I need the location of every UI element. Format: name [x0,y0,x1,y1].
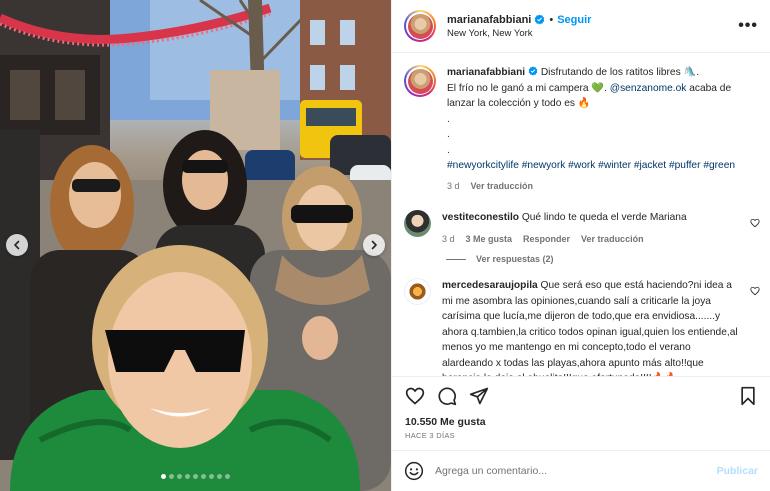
likes-count[interactable]: 10.550 Me gusta [405,416,486,428]
comment-time[interactable]: 3 d [442,232,455,248]
heart-icon [405,387,425,405]
add-comment-bar: Publicar [392,450,770,491]
comment-icon [438,386,457,405]
avatar-image [407,13,433,39]
post-sidebar: marianafabbiani • Seguir New York, New Y… [391,0,770,491]
carousel-dot [201,474,206,479]
reply-button[interactable]: Responder [523,232,570,248]
photo-illustration [0,0,391,491]
comment-username[interactable]: vestiteconestilo [442,212,519,223]
commenter-avatar[interactable] [404,278,431,305]
caption-mention[interactable]: @senzanome.ok [610,83,687,94]
carousel-prev-button[interactable] [6,234,28,256]
post-actions-bar [392,376,770,414]
comment-item: mercedesaraujopila Que será eso que está… [392,278,770,376]
view-replies-label: Ver respuestas (2) [476,254,554,264]
caption-hashtags[interactable]: #newyorkcitylife #newyork #work #winter … [447,158,757,174]
carousel-dot [185,474,190,479]
carousel-dot [209,474,214,479]
carousel-dot [169,474,174,479]
post-location[interactable]: New York, New York [447,28,591,39]
view-replies-button[interactable]: Ver respuestas (2) [446,254,770,264]
publish-button[interactable]: Publicar [717,465,758,477]
chevron-right-icon [371,240,377,250]
comments-section[interactable]: marianafabbiani Disfrutando de los ratit… [392,54,770,376]
commenter-avatar[interactable] [404,210,431,237]
share-icon [469,387,489,404]
caption-username[interactable]: marianafabbiani [447,67,525,78]
comment-item: vestiteconestilo Qué lindo te queda el v… [392,210,770,247]
post-photo[interactable] [0,0,391,491]
chevron-left-icon [14,240,20,250]
carousel-indicator [0,474,391,479]
save-button[interactable] [739,386,757,406]
comment-like-icon[interactable] [750,286,760,296]
share-button[interactable] [469,386,489,406]
post-caption: marianafabbiani Disfrutando de los ratit… [392,65,770,194]
carousel-dot [161,474,166,479]
comment-text: Qué lindo te queda el verde Mariana [519,212,687,223]
carousel-dot [193,474,198,479]
comment-likes[interactable]: 3 Me gusta [466,232,513,248]
header-separator: • [549,13,554,26]
emoji-icon[interactable] [404,461,424,481]
caption-avatar[interactable] [404,65,436,97]
carousel-dot [177,474,182,479]
comment-translate-link[interactable]: Ver traducción [581,232,644,248]
post-age: HACE 3 DÍAS [405,431,455,440]
replies-line [446,258,466,260]
comment-button[interactable] [437,386,457,406]
more-options-icon[interactable]: ••• [738,17,758,35]
caption-dot: . [447,144,450,156]
caption-time[interactable]: 3 d [447,179,460,195]
see-translation-link[interactable]: Ver traducción [471,179,534,195]
like-button[interactable] [405,386,425,406]
carousel-dot [225,474,230,479]
comment-text: Que será eso que está haciendo?ni idea a… [442,280,738,376]
author-avatar[interactable] [404,10,436,42]
follow-button[interactable]: Seguir [557,14,591,26]
bookmark-icon [741,386,755,405]
caption-text-2: El frío no le ganó a mi campera 💚. [447,82,610,94]
verified-badge-icon [528,66,538,76]
caption-dot: . [447,129,450,140]
caption-text-1: Disfrutando de los ratitos libres 🛝. [537,67,700,78]
comment-input[interactable] [435,465,717,477]
comment-username[interactable]: mercedesaraujopila [442,280,538,291]
verified-badge-icon [535,14,545,25]
caption-dot: . [447,113,450,125]
carousel-dot [217,474,222,479]
comment-like-icon[interactable] [750,218,760,228]
carousel-next-button[interactable] [363,234,385,256]
post-header: marianafabbiani • Seguir New York, New Y… [392,0,770,53]
author-username[interactable]: marianafabbiani [447,14,531,26]
